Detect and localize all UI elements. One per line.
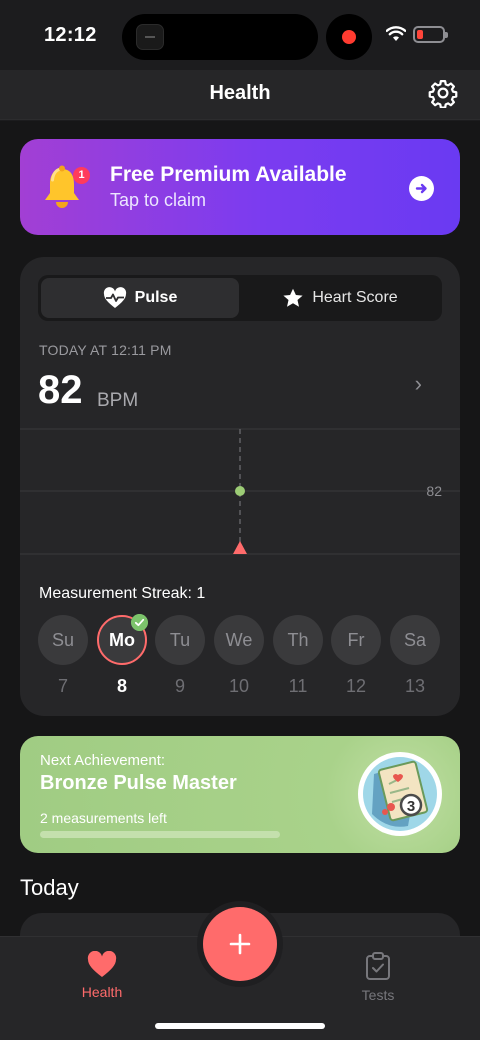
day-circle: Tu	[155, 615, 205, 665]
metric-segmented-control: Pulse Heart Score	[38, 275, 442, 321]
nav-bar: Health	[0, 70, 480, 120]
tab-tests[interactable]: Tests	[338, 951, 418, 1003]
achievement-badge-icon: 3	[363, 757, 437, 831]
week-day-selector: Su 7 Mo 8 Tu 9 We 10 Th 11 Fr 12 Sa 13	[38, 614, 442, 697]
checkmark-icon	[131, 614, 148, 631]
day-circle: Su	[38, 615, 88, 665]
app-activity-icon	[136, 24, 164, 50]
clipboard-check-icon	[366, 952, 390, 980]
add-measurement-button[interactable]	[203, 907, 277, 981]
day-wednesday[interactable]: We 10	[214, 615, 264, 697]
day-number: 10	[228, 676, 250, 696]
bpm-value: 82	[38, 368, 83, 412]
pulse-card: Pulse Heart Score TODAY AT 12:11 PM 82 B…	[20, 257, 460, 716]
day-circle: Fr	[331, 615, 381, 665]
heart-pulse-icon	[103, 287, 126, 308]
gear-icon[interactable]	[428, 78, 458, 108]
day-number: 13	[404, 676, 426, 696]
day-number: 12	[345, 676, 367, 696]
tab-tests-label: Tests	[361, 987, 395, 1003]
recording-indicator	[326, 14, 372, 60]
dynamic-island	[122, 14, 318, 60]
premium-subtitle: Tap to claim	[110, 190, 207, 210]
streak-label: Measurement Streak: 1	[39, 585, 206, 602]
chevron-right-icon[interactable]: ›	[415, 371, 422, 397]
day-thursday[interactable]: Th 11	[273, 615, 323, 697]
chart-point	[235, 486, 245, 496]
achievement-name: Bronze Pulse Master	[40, 772, 237, 794]
star-icon	[283, 288, 303, 307]
premium-banner[interactable]: 1 Free Premium Available Tap to claim	[20, 139, 460, 235]
achievement-badge: 3	[358, 752, 442, 836]
tab-heart-score[interactable]: Heart Score	[241, 278, 439, 318]
measurement-timestamp: TODAY AT 12:11 PM	[39, 342, 172, 358]
plus-icon	[229, 933, 251, 955]
tab-health[interactable]: Health	[62, 951, 142, 1000]
premium-title: Free Premium Available	[110, 163, 347, 186]
tab-pulse[interactable]: Pulse	[41, 278, 239, 318]
today-heading: Today	[20, 875, 79, 900]
day-sunday[interactable]: Su 7	[38, 615, 88, 697]
achievement-progress-bar	[40, 831, 280, 838]
day-circle: Sa	[390, 615, 440, 665]
achievement-title: Next Achievement:	[40, 752, 166, 769]
pulse-chart: 82	[20, 428, 460, 555]
day-number: 8	[116, 676, 127, 696]
day-circle-selected: Mo	[97, 614, 148, 665]
status-time: 12:12	[44, 24, 97, 46]
bpm-unit: BPM	[97, 390, 139, 411]
achievement-badge-number: 3	[407, 798, 415, 815]
arrow-right-button[interactable]	[409, 176, 434, 201]
day-number: 11	[288, 676, 308, 696]
day-monday[interactable]: Mo 8	[97, 614, 148, 697]
wifi-icon	[386, 26, 406, 41]
achievement-remaining: 2 measurements left	[40, 810, 167, 826]
scroll-content[interactable]: 1 Free Premium Available Tap to claim Pu…	[0, 121, 480, 936]
achievement-card[interactable]: Next Achievement: Bronze Pulse Master 2 …	[20, 736, 460, 853]
day-number: 7	[57, 676, 68, 696]
notification-badge: 1	[73, 167, 90, 184]
tab-pulse-label: Pulse	[134, 289, 178, 306]
day-number: 9	[174, 676, 185, 696]
page-title: Health	[209, 82, 271, 104]
day-circle: Th	[273, 615, 323, 665]
day-friday[interactable]: Fr 12	[331, 615, 381, 697]
day-saturday[interactable]: Sa 13	[390, 615, 440, 697]
home-indicator	[155, 1023, 325, 1029]
day-circle-label: Mo	[109, 630, 135, 650]
battery-icon	[413, 26, 448, 43]
day-circle: We	[214, 615, 264, 665]
arrow-right-icon	[415, 183, 427, 194]
day-tuesday[interactable]: Tu 9	[155, 615, 205, 697]
heart-icon	[87, 951, 117, 977]
chart-value-label: 82	[426, 483, 442, 499]
chart-cursor-marker	[233, 541, 247, 554]
tab-health-label: Health	[81, 984, 123, 1000]
status-bar: 12:12	[0, 0, 480, 70]
tab-heart-score-label: Heart Score	[312, 289, 398, 306]
